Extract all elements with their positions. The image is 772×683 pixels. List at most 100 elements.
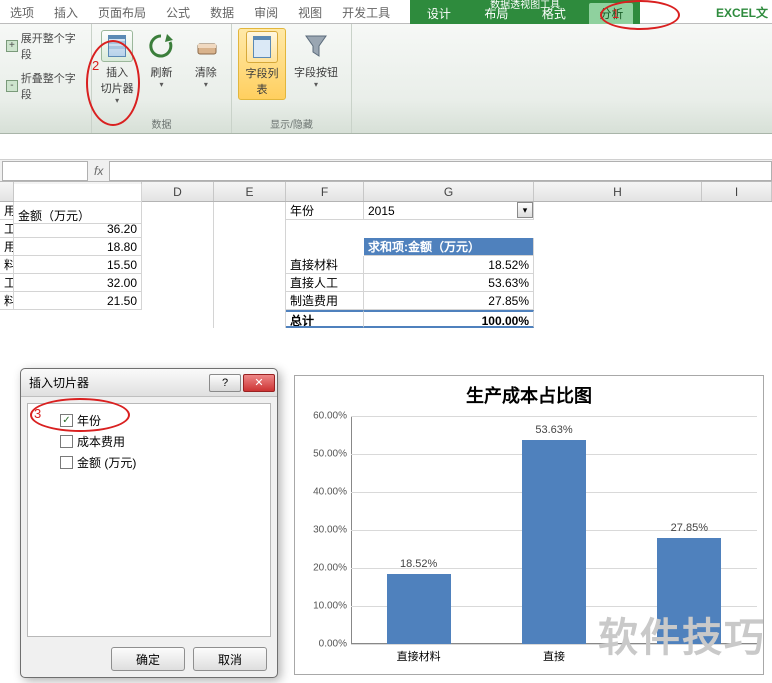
chart-title: 生产成本占比图 (295, 376, 763, 414)
name-box[interactable] (2, 161, 88, 181)
refresh-icon (145, 30, 177, 62)
y-tick: 60.00% (301, 411, 347, 422)
expand-field-button[interactable]: +展开整个字段 (6, 28, 85, 64)
tab-view[interactable]: 视图 (288, 0, 332, 23)
checkbox-icon[interactable] (60, 435, 73, 448)
y-tick: 10.00% (301, 601, 347, 612)
pivot-row[interactable]: 制造费用 (286, 292, 364, 310)
bar-value-label: 53.63% (514, 424, 594, 436)
chart-plot-area: 0.00%10.00%20.00%30.00%40.00%50.00%60.00… (351, 416, 757, 644)
contextual-pivotchart-tools: 数据透视图工具 设计 布局 格式 分析 (410, 0, 640, 24)
ctab-layout[interactable]: 布局 (474, 3, 518, 24)
cell-partial[interactable]: 料 (0, 256, 14, 274)
ctab-format[interactable]: 格式 (532, 3, 576, 24)
refresh-button[interactable]: 刷新▾ (142, 28, 180, 91)
col-D[interactable]: D (142, 182, 214, 201)
minus-icon: - (6, 80, 18, 92)
bar-value-label: 27.85% (649, 522, 729, 534)
ctab-analyze[interactable]: 分析 (589, 3, 633, 24)
slicer-option-amount[interactable]: 金额 (万元) (34, 452, 264, 473)
pivot-chart[interactable]: 生产成本占比图 0.00%10.00%20.00%30.00%40.00%50.… (294, 375, 764, 675)
cell-amount[interactable]: 18.80 (14, 238, 142, 256)
help-button[interactable]: ? (209, 374, 241, 392)
tab-data[interactable]: 数据 (200, 0, 244, 23)
fieldbuttons-button[interactable]: 字段按钮▾ (292, 28, 340, 91)
cell-partial[interactable]: 用 (0, 238, 14, 256)
close-button[interactable]: ✕ (243, 374, 275, 392)
pivot-total-value[interactable]: 100.00% (364, 310, 534, 328)
ctab-design[interactable]: 设计 (417, 3, 461, 24)
fx-label[interactable]: fx (88, 164, 109, 178)
tab-options[interactable]: 选项 (0, 0, 44, 23)
cell-partial[interactable]: 料 (0, 292, 14, 310)
col-I[interactable]: I (702, 182, 772, 201)
col-E[interactable]: E (214, 182, 286, 201)
cell-amount[interactable]: 21.50 (14, 292, 142, 310)
x-category-label: 直接材料 (369, 648, 469, 664)
chart-bar[interactable] (387, 574, 451, 644)
tab-developer[interactable]: 开发工具 (332, 0, 400, 23)
eraser-icon (190, 30, 222, 62)
col-E-area[interactable] (214, 202, 286, 328)
plus-icon: + (6, 40, 18, 52)
tab-pagelayout[interactable]: 页面布局 (88, 0, 156, 23)
pivot-val[interactable]: 27.85% (364, 292, 534, 310)
ribbon: +展开整个字段 -折叠整个字段 插入切片器▾ 刷新▾ 清除▾ 数据 字 (0, 24, 772, 134)
filter-dropdown-icon[interactable]: ▾ (517, 202, 533, 218)
chart-bar[interactable] (657, 538, 721, 644)
tab-insert[interactable]: 插入 (44, 0, 88, 23)
cell-partial[interactable]: 工 (0, 220, 14, 238)
y-tick: 30.00% (301, 525, 347, 536)
insert-slicer-dialog: 插入切片器 ? ✕ 3 ✓年份 成本费用 金额 (万元) 确定 取消 (20, 368, 278, 678)
pivot-val[interactable]: 18.52% (364, 256, 534, 274)
tab-review[interactable]: 审阅 (244, 0, 288, 23)
y-tick: 20.00% (301, 563, 347, 574)
worksheet-grid[interactable]: 用 工 用 料 工 料 12.50 36.20 18.80 15.50 32.0… (0, 202, 772, 362)
slicer-icon (101, 30, 133, 62)
pivot-sum-header[interactable]: 求和项:金额（万元） (364, 238, 534, 256)
pivot-row[interactable]: 直接人工 (286, 274, 364, 292)
ok-button[interactable]: 确定 (111, 647, 185, 671)
chart-bar[interactable] (522, 440, 586, 644)
group-label (6, 118, 85, 131)
col-D-area[interactable] (142, 202, 214, 328)
col-partial[interactable] (0, 182, 14, 201)
menu-tabstrip: 选项 插入 页面布局 公式 数据 审阅 视图 开发工具 数据透视图工具 设计 布… (0, 0, 772, 24)
slicer-option-cost[interactable]: 成本费用 (34, 431, 264, 452)
tab-formulas[interactable]: 公式 (156, 0, 200, 23)
amount-header-cell[interactable]: 金额（万元） (14, 206, 142, 224)
group-data-label: 数据 (98, 114, 225, 131)
app-title-partial: EXCEL文 (708, 0, 772, 23)
clear-button[interactable]: 清除▾ (187, 28, 225, 91)
group-showhide-label: 显示/隐藏 (238, 114, 345, 131)
col-H[interactable]: H (534, 182, 702, 201)
bar-value-label: 18.52% (379, 558, 459, 570)
collapse-field-button[interactable]: -折叠整个字段 (6, 68, 85, 104)
y-tick: 40.00% (301, 487, 347, 498)
pivot-year-label[interactable]: 年份 (286, 202, 364, 220)
slicer-option-year[interactable]: ✓年份 (34, 410, 264, 431)
checkbox-checked-icon[interactable]: ✓ (60, 414, 73, 427)
formula-input[interactable] (109, 161, 772, 181)
dialog-titlebar[interactable]: 插入切片器 ? ✕ (21, 369, 277, 397)
x-category-label: 直接 (504, 648, 604, 664)
col-G[interactable]: G (364, 182, 534, 201)
dialog-title: 插入切片器 (29, 374, 89, 391)
y-tick: 50.00% (301, 449, 347, 460)
cell-amount[interactable]: 32.00 (14, 274, 142, 292)
funnel-icon (300, 30, 332, 62)
cell-amount[interactable]: 15.50 (14, 256, 142, 274)
fieldlist-button[interactable]: 字段列表 (238, 28, 286, 100)
pivot-year-value[interactable]: 2015▾ (364, 202, 534, 220)
pivot-row[interactable]: 直接材料 (286, 256, 364, 274)
cell-partial[interactable]: 用 (0, 202, 14, 220)
pivot-val[interactable]: 53.63% (364, 274, 534, 292)
fieldlist-icon (246, 31, 278, 63)
col-F[interactable]: F (286, 182, 364, 201)
cell-partial[interactable]: 工 (0, 274, 14, 292)
cancel-button[interactable]: 取消 (193, 647, 267, 671)
insert-slicer-button[interactable]: 插入切片器▾ (98, 28, 136, 107)
formula-bar: fx (0, 160, 772, 182)
pivot-total-label[interactable]: 总计 (286, 310, 364, 328)
checkbox-icon[interactable] (60, 456, 73, 469)
